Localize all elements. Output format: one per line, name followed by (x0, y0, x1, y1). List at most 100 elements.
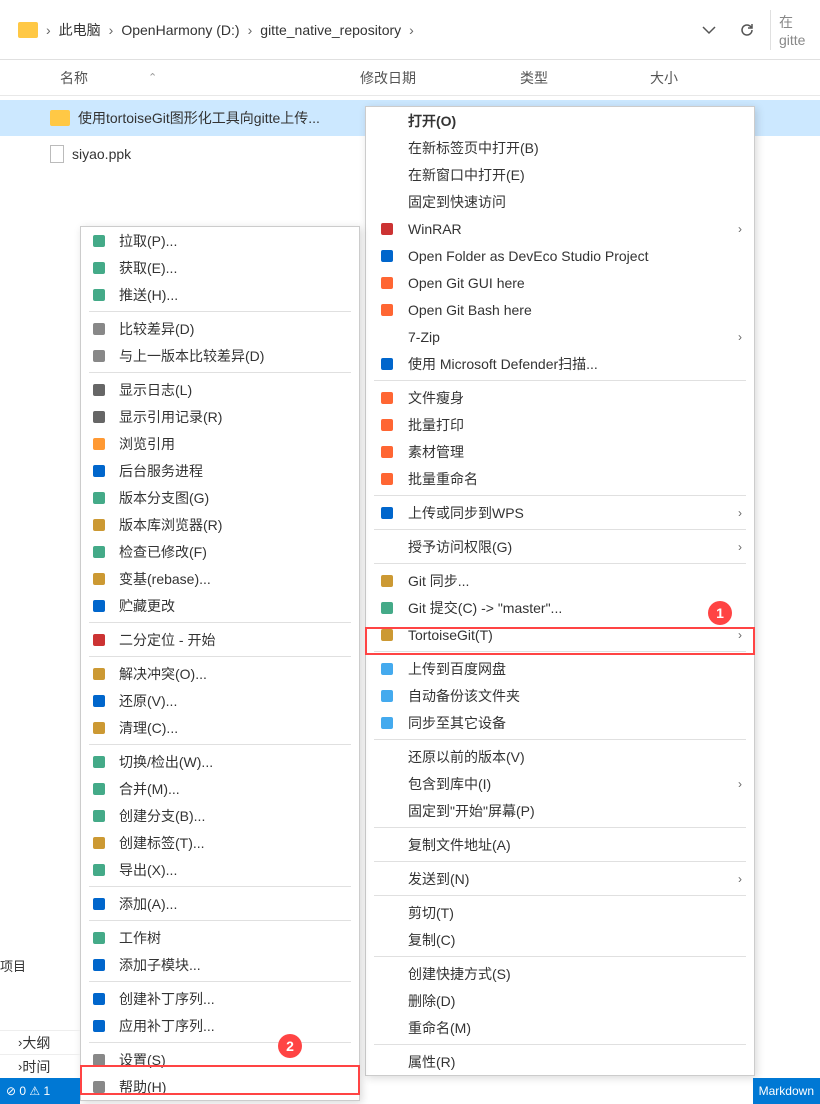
menu-item[interactable]: 获取(E)... (81, 254, 359, 281)
menu-item[interactable]: 与上一版本比较差异(D) (81, 342, 359, 369)
status-bar-right[interactable]: Markdown (753, 1078, 820, 1104)
header-date[interactable]: 修改日期 (360, 68, 520, 88)
menu-item[interactable]: 使用 Microsoft Defender扫描... (366, 350, 754, 377)
menu-item[interactable]: 素材管理 (366, 438, 754, 465)
menu-item[interactable]: 重命名(M) (366, 1014, 754, 1041)
menu-item[interactable]: 发送到(N)› (366, 865, 754, 892)
header-size[interactable]: 大小 (650, 68, 730, 88)
menu-item[interactable]: Git 提交(C) -> "master"... (366, 594, 754, 621)
menu-item[interactable]: 解决冲突(O)... (81, 660, 359, 687)
menu-item[interactable]: 添加(A)... (81, 890, 359, 917)
menu-item[interactable]: 还原以前的版本(V) (366, 743, 754, 770)
menu-item[interactable]: 创建标签(T)... (81, 829, 359, 856)
menu-item-label: 还原(V)... (119, 691, 347, 711)
menu-item[interactable]: 还原(V)... (81, 687, 359, 714)
blank-icon (376, 327, 398, 347)
menu-item[interactable]: 浏览引用 (81, 430, 359, 457)
menu-item-label: 解决冲突(O)... (119, 664, 347, 684)
menu-item[interactable]: 批量重命名 (366, 465, 754, 492)
menu-item[interactable]: 后台服务进程 (81, 457, 359, 484)
menu-item[interactable]: 添加子模块... (81, 951, 359, 978)
timeline-tab[interactable]: › 时间 (0, 1054, 80, 1078)
menu-item-label: 自动备份该文件夹 (408, 686, 742, 706)
menu-item[interactable]: 版本分支图(G) (81, 484, 359, 511)
menu-item[interactable]: 在新标签页中打开(B) (366, 134, 754, 161)
menu-item[interactable]: 自动备份该文件夹 (366, 682, 754, 709)
menu-item[interactable]: 创建快捷方式(S) (366, 960, 754, 987)
revert-icon (89, 691, 109, 711)
menu-item[interactable]: 合并(M)... (81, 775, 359, 802)
menu-item[interactable]: 固定到快速访问 (366, 188, 754, 215)
menu-item[interactable]: 固定到"开始"屏幕(P) (366, 797, 754, 824)
menu-item[interactable]: 变基(rebase)... (81, 565, 359, 592)
menu-item[interactable]: Open Folder as DevEco Studio Project (366, 242, 754, 269)
search-input[interactable]: 在 gitte (770, 10, 820, 50)
menu-separator (374, 495, 746, 496)
menu-item[interactable]: 贮藏更改 (81, 592, 359, 619)
menu-item[interactable]: 7-Zip› (366, 323, 754, 350)
history-dropdown[interactable] (696, 17, 722, 43)
menu-item[interactable]: 二分定位 - 开始 (81, 626, 359, 653)
menu-item[interactable]: 剪切(T) (366, 899, 754, 926)
menu-item[interactable]: 显示日志(L) (81, 376, 359, 403)
menu-item[interactable]: 删除(D) (366, 987, 754, 1014)
menu-item[interactable]: 在新窗口中打开(E) (366, 161, 754, 188)
menu-item[interactable]: 工作树 (81, 924, 359, 951)
blank-icon (376, 138, 398, 158)
menu-item-label: 清理(C)... (119, 718, 347, 738)
menu-item[interactable]: 创建分支(B)... (81, 802, 359, 829)
header-name[interactable]: 名称⌃ (60, 68, 360, 88)
menu-item[interactable]: 设置(S) (81, 1046, 359, 1073)
blank-icon (376, 964, 398, 984)
blank-icon (376, 1052, 398, 1072)
menu-item[interactable]: 复制(C) (366, 926, 754, 953)
file-icon (50, 145, 64, 163)
blank-icon (376, 537, 398, 557)
menu-item[interactable]: 属性(R) (366, 1048, 754, 1075)
menu-item[interactable]: Open Git Bash here (366, 296, 754, 323)
menu-item-label: 重命名(M) (408, 1018, 742, 1038)
outline-tab[interactable]: › 大纲 (0, 1030, 80, 1054)
column-headers: 名称⌃ 修改日期 类型 大小 (0, 60, 820, 96)
menu-item[interactable]: 帮助(H) (81, 1073, 359, 1100)
menu-item[interactable]: 批量打印 (366, 411, 754, 438)
breadcrumb[interactable]: › 此电脑 › OpenHarmony (D:) › gitte_native_… (0, 20, 686, 40)
menu-item[interactable]: Git 同步... (366, 567, 754, 594)
menu-item[interactable]: 上传到百度网盘 (366, 655, 754, 682)
refresh-button[interactable] (734, 17, 760, 43)
menu-item[interactable]: 授予访问权限(G)› (366, 533, 754, 560)
menu-item[interactable]: 应用补丁序列... (81, 1012, 359, 1039)
breadcrumb-root[interactable]: 此电脑 (59, 20, 101, 40)
menu-item[interactable]: 切换/检出(W)... (81, 748, 359, 775)
menu-separator (374, 895, 746, 896)
menu-item[interactable]: 显示引用记录(R) (81, 403, 359, 430)
menu-item[interactable]: 导出(X)... (81, 856, 359, 883)
repo-icon (89, 515, 109, 535)
menu-item[interactable]: 包含到库中(I)› (366, 770, 754, 797)
breadcrumb-part[interactable]: gitte_native_repository (260, 22, 401, 38)
project-panel-label[interactable]: 项目 (0, 956, 26, 975)
menu-item[interactable]: 创建补丁序列... (81, 985, 359, 1012)
menu-item[interactable]: 拉取(P)... (81, 227, 359, 254)
menu-item-label: 切换/检出(W)... (119, 752, 347, 772)
menu-item[interactable]: 文件瘦身 (366, 384, 754, 411)
menu-item[interactable]: WinRAR› (366, 215, 754, 242)
chevron-right-icon: › (738, 628, 742, 642)
header-type[interactable]: 类型 (520, 68, 650, 88)
menu-item[interactable]: 同步至其它设备 (366, 709, 754, 736)
menu-item-label: 与上一版本比较差异(D) (119, 346, 347, 366)
menu-item[interactable]: 比较差异(D) (81, 315, 359, 342)
menu-item[interactable]: 上传或同步到WPS› (366, 499, 754, 526)
menu-item[interactable]: Open Git GUI here (366, 269, 754, 296)
status-bar[interactable]: ⊘ 0 ⚠ 1 (0, 1078, 80, 1104)
bottom-left-panel: › 大纲 › 时间 ⊘ 0 ⚠ 1 (0, 1030, 80, 1104)
menu-item[interactable]: 复制文件地址(A) (366, 831, 754, 858)
menu-item[interactable]: 检查已修改(F) (81, 538, 359, 565)
menu-item[interactable]: 打开(O) (366, 107, 754, 134)
menu-item[interactable]: 清理(C)... (81, 714, 359, 741)
breadcrumb-part[interactable]: OpenHarmony (D:) (121, 22, 239, 38)
menu-item[interactable]: 推送(H)... (81, 281, 359, 308)
menu-item[interactable]: TortoiseGit(T)› (366, 621, 754, 648)
menu-item[interactable]: 版本库浏览器(R) (81, 511, 359, 538)
menu-separator (89, 981, 351, 982)
